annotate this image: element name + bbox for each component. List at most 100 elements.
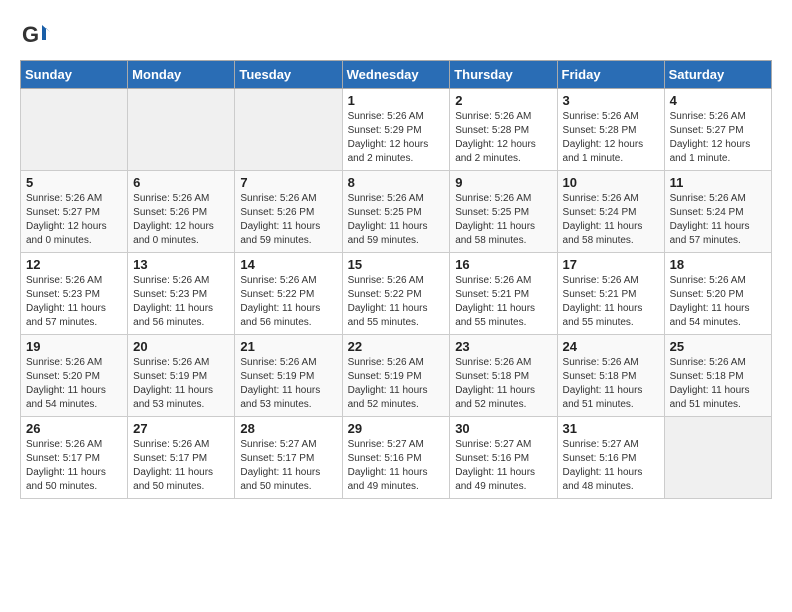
calendar-cell: 5Sunrise: 5:26 AM Sunset: 5:27 PM Daylig… — [21, 171, 128, 253]
day-number: 26 — [26, 421, 122, 436]
day-number: 9 — [455, 175, 551, 190]
day-number: 14 — [240, 257, 336, 272]
day-info: Sunrise: 5:26 AM Sunset: 5:24 PM Dayligh… — [563, 192, 659, 248]
calendar-cell: 22 Sunrise: 5:26 AM Sunset: 5:19 PM Dayli… — [342, 335, 450, 417]
calendar-cell: 19 Sunrise: 5:26 AM Sunset: 5:20 PM Dayli… — [21, 335, 128, 417]
day-number: 10 — [563, 175, 659, 190]
day-number: 21 — [240, 339, 336, 354]
day-info: Sunrise: 5:26 AM Sunset: 5:18 PM Dayligh… — [670, 356, 766, 412]
day-number: 5 — [26, 175, 122, 190]
calendar-cell: 23 Sunrise: 5:26 AM Sunset: 5:18 PM Dayli… — [450, 335, 557, 417]
calendar-cell: 12 Sunrise: 5:26 AM Sunset: 5:23 PM Dayli… — [21, 253, 128, 335]
day-info: Sunrise: 5:26 AM Sunset: 5:19 PM Dayligh… — [133, 356, 229, 412]
day-info: Sunrise: 5:26 AM Sunset: 5:17 PM Dayligh… — [26, 438, 122, 494]
day-number: 13 — [133, 257, 229, 272]
day-number: 19 — [26, 339, 122, 354]
day-info: Sunrise: 5:26 AM Sunset: 5:27 PM Dayligh… — [670, 110, 766, 166]
day-header-thursday: Thursday — [450, 61, 557, 89]
day-info: Sunrise: 5:26 AM Sunset: 5:23 PM Dayligh… — [26, 274, 122, 330]
calendar-cell: 4 Sunrise: 5:26 AM Sunset: 5:27 PM Daylig… — [664, 89, 771, 171]
calendar-cell: 27 Sunrise: 5:26 AM Sunset: 5:17 PM Dayli… — [128, 417, 235, 499]
calendar-cell — [128, 89, 235, 171]
day-number: 23 — [455, 339, 551, 354]
day-number: 25 — [670, 339, 766, 354]
calendar: SundayMondayTuesdayWednesdayThursdayFrid… — [20, 60, 772, 499]
day-info: Sunrise: 5:27 AM Sunset: 5:17 PM Dayligh… — [240, 438, 336, 494]
day-info: Sunrise: 5:26 AM Sunset: 5:21 PM Dayligh… — [455, 274, 551, 330]
calendar-cell — [235, 89, 342, 171]
calendar-cell: 18Sunrise: 5:26 AM Sunset: 5:20 PM Dayli… — [664, 253, 771, 335]
calendar-cell: 7 Sunrise: 5:26 AM Sunset: 5:26 PM Daylig… — [235, 171, 342, 253]
day-info: Sunrise: 5:27 AM Sunset: 5:16 PM Dayligh… — [563, 438, 659, 494]
calendar-cell — [664, 417, 771, 499]
calendar-week-row: 1 Sunrise: 5:26 AM Sunset: 5:29 PM Daylig… — [21, 89, 772, 171]
header: G — [20, 20, 772, 50]
day-info: Sunrise: 5:26 AM Sunset: 5:26 PM Dayligh… — [133, 192, 229, 248]
day-info: Sunrise: 5:26 AM Sunset: 5:21 PM Dayligh… — [563, 274, 659, 330]
day-header-friday: Friday — [557, 61, 664, 89]
calendar-cell: 13 Sunrise: 5:26 AM Sunset: 5:23 PM Dayli… — [128, 253, 235, 335]
day-number: 31 — [563, 421, 659, 436]
calendar-header-row: SundayMondayTuesdayWednesdayThursdayFrid… — [21, 61, 772, 89]
calendar-cell: 17 Sunrise: 5:26 AM Sunset: 5:21 PM Dayli… — [557, 253, 664, 335]
day-info: Sunrise: 5:26 AM Sunset: 5:19 PM Dayligh… — [348, 356, 445, 412]
day-number: 29 — [348, 421, 445, 436]
calendar-cell: 3 Sunrise: 5:26 AM Sunset: 5:28 PM Daylig… — [557, 89, 664, 171]
day-number: 3 — [563, 93, 659, 108]
day-number: 30 — [455, 421, 551, 436]
day-number: 27 — [133, 421, 229, 436]
day-info: Sunrise: 5:26 AM Sunset: 5:22 PM Dayligh… — [240, 274, 336, 330]
day-info: Sunrise: 5:26 AM Sunset: 5:17 PM Dayligh… — [133, 438, 229, 494]
day-info: Sunrise: 5:26 AM Sunset: 5:29 PM Dayligh… — [348, 110, 445, 166]
calendar-cell: 16 Sunrise: 5:26 AM Sunset: 5:21 PM Dayli… — [450, 253, 557, 335]
calendar-cell: 28 Sunrise: 5:27 AM Sunset: 5:17 PM Dayli… — [235, 417, 342, 499]
day-info: Sunrise: 5:26 AM Sunset: 5:28 PM Dayligh… — [563, 110, 659, 166]
day-info: Sunrise: 5:26 AM Sunset: 5:26 PM Dayligh… — [240, 192, 336, 248]
calendar-cell: 30 Sunrise: 5:27 AM Sunset: 5:16 PM Dayli… — [450, 417, 557, 499]
calendar-cell: 24Sunrise: 5:26 AM Sunset: 5:18 PM Dayli… — [557, 335, 664, 417]
day-number: 20 — [133, 339, 229, 354]
day-number: 1 — [348, 93, 445, 108]
calendar-cell — [21, 89, 128, 171]
calendar-cell: 6Sunrise: 5:26 AM Sunset: 5:26 PM Daylig… — [128, 171, 235, 253]
calendar-cell: 15Sunrise: 5:26 AM Sunset: 5:22 PM Dayli… — [342, 253, 450, 335]
day-info: Sunrise: 5:26 AM Sunset: 5:25 PM Dayligh… — [455, 192, 551, 248]
calendar-cell: 9 Sunrise: 5:26 AM Sunset: 5:25 PM Daylig… — [450, 171, 557, 253]
day-number: 22 — [348, 339, 445, 354]
calendar-cell: 21Sunrise: 5:26 AM Sunset: 5:19 PM Dayli… — [235, 335, 342, 417]
day-number: 28 — [240, 421, 336, 436]
day-info: Sunrise: 5:27 AM Sunset: 5:16 PM Dayligh… — [348, 438, 445, 494]
calendar-week-row: 5Sunrise: 5:26 AM Sunset: 5:27 PM Daylig… — [21, 171, 772, 253]
calendar-cell: 20 Sunrise: 5:26 AM Sunset: 5:19 PM Dayli… — [128, 335, 235, 417]
logo: G — [20, 20, 55, 50]
calendar-cell: 11Sunrise: 5:26 AM Sunset: 5:24 PM Dayli… — [664, 171, 771, 253]
day-number: 4 — [670, 93, 766, 108]
calendar-cell: 25 Sunrise: 5:26 AM Sunset: 5:18 PM Dayli… — [664, 335, 771, 417]
day-number: 12 — [26, 257, 122, 272]
svg-text:G: G — [22, 22, 39, 47]
day-info: Sunrise: 5:26 AM Sunset: 5:28 PM Dayligh… — [455, 110, 551, 166]
calendar-cell: 14 Sunrise: 5:26 AM Sunset: 5:22 PM Dayli… — [235, 253, 342, 335]
calendar-cell: 29 Sunrise: 5:27 AM Sunset: 5:16 PM Dayli… — [342, 417, 450, 499]
day-info: Sunrise: 5:26 AM Sunset: 5:22 PM Dayligh… — [348, 274, 445, 330]
day-info: Sunrise: 5:26 AM Sunset: 5:18 PM Dayligh… — [455, 356, 551, 412]
calendar-cell: 1 Sunrise: 5:26 AM Sunset: 5:29 PM Daylig… — [342, 89, 450, 171]
day-number: 16 — [455, 257, 551, 272]
day-header-saturday: Saturday — [664, 61, 771, 89]
calendar-cell: 10 Sunrise: 5:26 AM Sunset: 5:24 PM Dayli… — [557, 171, 664, 253]
day-number: 17 — [563, 257, 659, 272]
day-header-sunday: Sunday — [21, 61, 128, 89]
calendar-cell: 31 Sunrise: 5:27 AM Sunset: 5:16 PM Dayli… — [557, 417, 664, 499]
calendar-week-row: 19 Sunrise: 5:26 AM Sunset: 5:20 PM Dayli… — [21, 335, 772, 417]
day-number: 7 — [240, 175, 336, 190]
day-info: Sunrise: 5:26 AM Sunset: 5:20 PM Dayligh… — [26, 356, 122, 412]
day-header-monday: Monday — [128, 61, 235, 89]
day-info: Sunrise: 5:27 AM Sunset: 5:16 PM Dayligh… — [455, 438, 551, 494]
day-number: 24 — [563, 339, 659, 354]
day-info: Sunrise: 5:26 AM Sunset: 5:24 PM Dayligh… — [670, 192, 766, 248]
day-info: Sunrise: 5:26 AM Sunset: 5:23 PM Dayligh… — [133, 274, 229, 330]
day-info: Sunrise: 5:26 AM Sunset: 5:25 PM Dayligh… — [348, 192, 445, 248]
day-info: Sunrise: 5:26 AM Sunset: 5:20 PM Dayligh… — [670, 274, 766, 330]
calendar-cell: 2 Sunrise: 5:26 AM Sunset: 5:28 PM Daylig… — [450, 89, 557, 171]
day-number: 2 — [455, 93, 551, 108]
